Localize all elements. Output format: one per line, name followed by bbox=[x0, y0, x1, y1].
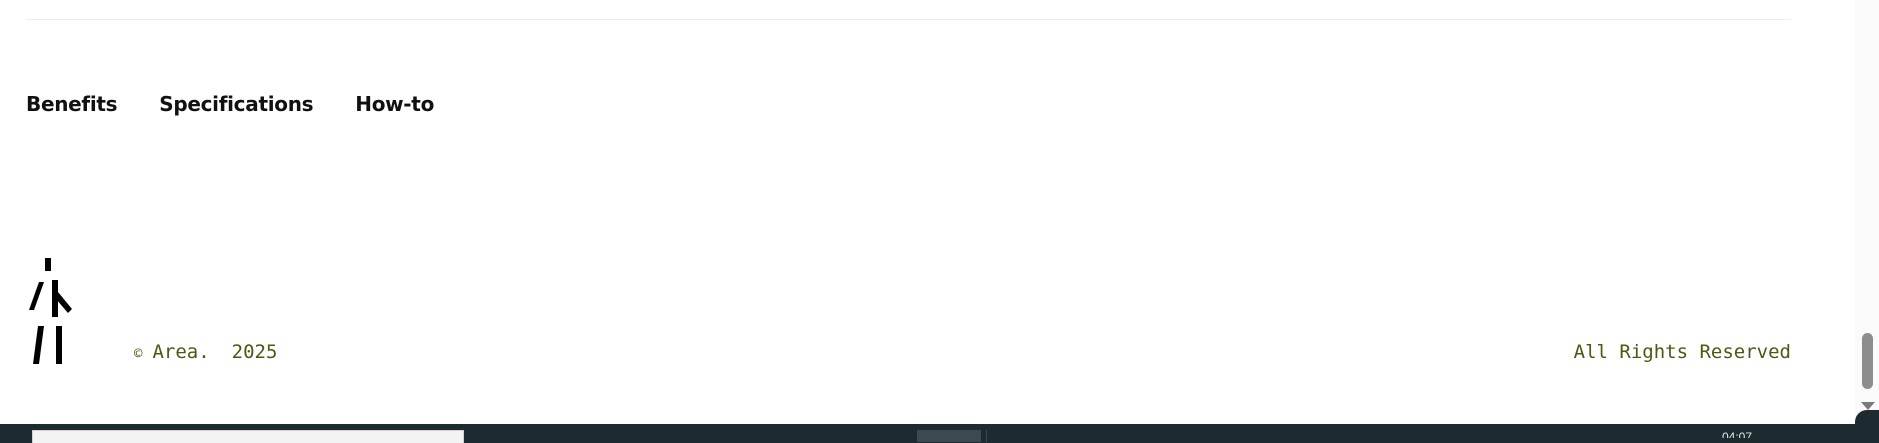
taskbar-clock[interactable]: 04:07 bbox=[1722, 426, 1752, 438]
footer-nav: Benefits Specifications How-to bbox=[26, 92, 434, 116]
taskbar: 04:07 bbox=[0, 424, 1879, 443]
copyright-text: © Area. 2025 bbox=[134, 341, 277, 363]
browser-viewport: Benefits Specifications How-to © Area. 2… bbox=[0, 0, 1879, 424]
nav-link-benefits[interactable]: Benefits bbox=[26, 92, 118, 116]
scroll-down-arrow-icon[interactable] bbox=[1861, 402, 1875, 410]
copyright-symbol: © bbox=[134, 346, 143, 362]
taskbar-separator bbox=[986, 430, 987, 442]
copyright-year: 2025 bbox=[231, 341, 278, 363]
vertical-scrollbar[interactable] bbox=[1855, 0, 1879, 424]
window-corner bbox=[1855, 410, 1879, 424]
rights-reserved-text: All Rights Reserved bbox=[1573, 341, 1791, 363]
nav-link-how-to[interactable]: How-to bbox=[355, 92, 434, 116]
nav-link-specifications[interactable]: Specifications bbox=[159, 92, 313, 116]
taskbar-active-app[interactable] bbox=[917, 430, 981, 442]
taskbar-search-box[interactable] bbox=[32, 430, 464, 443]
walking-figure-icon[interactable] bbox=[26, 258, 76, 366]
company-name: Area. bbox=[152, 341, 210, 363]
scrollbar-thumb[interactable] bbox=[1862, 333, 1873, 389]
section-divider bbox=[26, 19, 1791, 20]
